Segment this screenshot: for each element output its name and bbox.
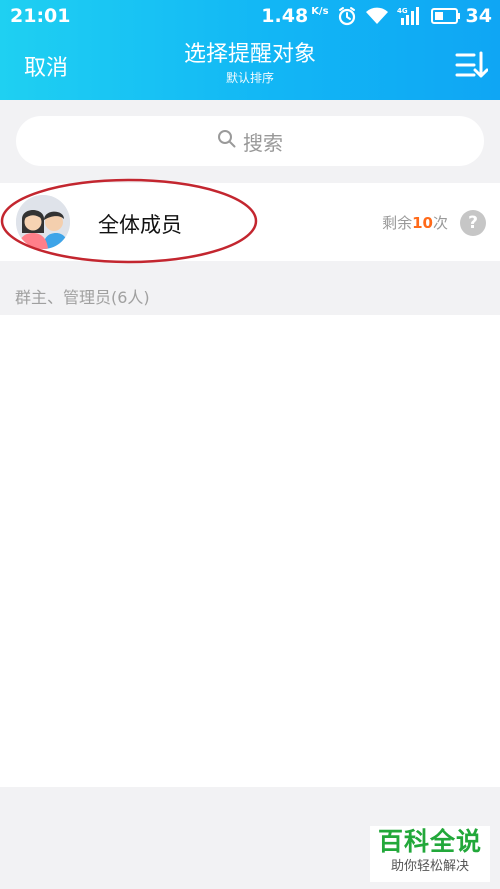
section-header: 群主、管理员(6人) bbox=[15, 288, 150, 307]
remaining-prefix: 剩余 bbox=[382, 214, 413, 232]
title-group: 选择提醒对象 默认排序 bbox=[0, 40, 500, 86]
admin-list bbox=[0, 315, 500, 787]
sort-icon bbox=[455, 51, 489, 78]
sort-button[interactable] bbox=[454, 48, 489, 82]
watermark-title: 百科全说 bbox=[377, 827, 482, 856]
group-avatar bbox=[16, 195, 70, 249]
watermark-logo: 百科全说 助你轻松解决 bbox=[370, 826, 490, 882]
battery-level: 34 bbox=[465, 5, 492, 27]
wifi-icon bbox=[365, 7, 389, 25]
remaining-suffix: 次 bbox=[432, 214, 448, 232]
network-speed-unit: K/s bbox=[311, 6, 329, 17]
search-input[interactable]: 搜索 bbox=[16, 116, 484, 166]
status-icons: 1.48 K/s 4G 34 bbox=[261, 5, 492, 27]
network-speed-value: 1.48 bbox=[261, 5, 309, 27]
sort-subtitle: 默认排序 bbox=[225, 71, 274, 85]
signal-icon: 4G bbox=[397, 6, 423, 26]
search-icon bbox=[217, 129, 237, 154]
all-members-label: 全体成员 bbox=[98, 213, 182, 237]
network-speed: 1.48 K/s bbox=[261, 5, 328, 27]
remaining-count: 剩余10次 bbox=[382, 212, 448, 233]
battery: 34 bbox=[430, 5, 492, 27]
network-type: 4G bbox=[397, 7, 408, 15]
help-icon[interactable]: ? bbox=[460, 210, 486, 236]
page-title: 选择提醒对象 bbox=[183, 42, 316, 67]
search-placeholder: 搜索 bbox=[243, 130, 283, 155]
all-members-item[interactable]: 全体成员 剩余10次 ? bbox=[0, 183, 500, 261]
title-bar: 取消 选择提醒对象 默认排序 bbox=[0, 32, 500, 100]
top-bar: 21:01 1.48 K/s 4G 34 取消 选择提醒对象 默认排序 bbox=[0, 0, 500, 100]
watermark-subtitle: 助你轻松解决 bbox=[390, 859, 469, 874]
status-time: 21:01 bbox=[10, 5, 71, 27]
battery-icon bbox=[430, 8, 460, 24]
search-area: 搜索 bbox=[0, 100, 500, 184]
alarm-icon bbox=[337, 6, 357, 26]
remaining-number: 10 bbox=[412, 214, 433, 232]
group-members-icon bbox=[16, 195, 70, 249]
status-bar: 21:01 1.48 K/s 4G 34 bbox=[0, 0, 500, 32]
